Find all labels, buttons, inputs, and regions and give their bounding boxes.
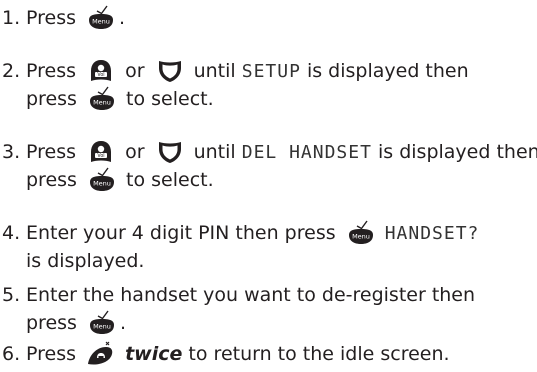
step-text: is displayed then <box>300 60 469 82</box>
step-3: 3. Press Vol or until DEL HANDSET is dis… <box>0 138 537 194</box>
step-text: press <box>26 312 83 334</box>
step-5: 5. Enter the handset you want to de-regi… <box>0 281 537 337</box>
step-line: Enter your 4 digit PIN then press Menu H… <box>26 219 479 248</box>
svg-text:Menu: Menu <box>352 233 370 241</box>
svg-text:Vol: Vol <box>97 153 104 159</box>
step-line: press Menu to select. <box>26 85 214 113</box>
step-line: Press twice to return to the idle screen… <box>26 340 450 368</box>
step-text: or <box>119 60 151 82</box>
step-text: Enter the handset you want to de-registe… <box>26 284 476 306</box>
step-text: to return to the idle screen. <box>182 343 450 365</box>
menu-button-icon: Menu <box>87 310 117 336</box>
step-line: Press Vol or until SETUP is displayed th… <box>26 57 469 86</box>
step-text: . <box>119 7 126 29</box>
step-text: Enter your 4 digit PIN then press <box>26 222 342 244</box>
step-1: 1. Press Menu. <box>0 4 537 32</box>
menu-button-icon: Menu <box>87 86 117 112</box>
step-number: 4. <box>2 222 21 244</box>
step-text: until <box>187 141 242 163</box>
display-text: DEL HANDSET <box>241 142 372 163</box>
svg-text:Menu: Menu <box>93 99 111 107</box>
menu-button-icon: Menu <box>86 5 116 31</box>
step-line: Press Menu. <box>26 4 125 32</box>
step-text: Press <box>26 60 83 82</box>
svg-text:Menu: Menu <box>92 18 110 26</box>
step-4: 4. Enter your 4 digit PIN then press Men… <box>0 219 537 275</box>
menu-button-icon: Menu <box>87 167 117 193</box>
svg-text:Menu: Menu <box>93 180 111 188</box>
down-button-icon <box>155 58 185 84</box>
step-text: until <box>187 60 242 82</box>
step-text: is displayed. <box>26 250 145 272</box>
step-number: 6. <box>2 343 21 365</box>
step-6: 6. Press twice to return to the idle scr… <box>0 340 537 368</box>
volume-up-button-icon: Vol <box>86 58 116 84</box>
step-number: 2. <box>2 60 21 82</box>
step-number: 3. <box>2 141 21 163</box>
step-line: Press Vol or until DEL HANDSET is displa… <box>26 138 537 167</box>
step-line: press Menu. <box>26 309 126 337</box>
step-line: is displayed. <box>26 247 144 275</box>
step-text: to select. <box>119 169 214 191</box>
step-text: press <box>26 88 83 110</box>
display-text: SETUP <box>241 61 301 82</box>
step-text: Press <box>26 7 83 29</box>
step-line: press Menu to select. <box>26 166 214 194</box>
volume-up-button-icon: Vol <box>86 139 116 165</box>
step-text: or <box>119 141 151 163</box>
step-number: 1. <box>2 7 21 29</box>
svg-text:Vol: Vol <box>97 72 104 78</box>
end-call-button-icon <box>86 341 116 367</box>
step-2: 2. Press Vol or until SETUP is displayed… <box>0 57 537 113</box>
display-text: HANDSET? <box>384 223 480 244</box>
down-button-icon <box>155 139 185 165</box>
step-line: Enter the handset you want to de-registe… <box>26 281 475 309</box>
step-text: to select. <box>119 88 214 110</box>
step-text: is displayed then <box>371 141 537 163</box>
step-text: . <box>119 312 127 334</box>
emphasis-text: twice <box>125 343 183 365</box>
step-text: Press <box>26 141 83 163</box>
step-text: press <box>26 169 83 191</box>
step-number: 5. <box>2 284 21 306</box>
menu-button-icon: Menu <box>346 220 376 246</box>
step-text: Press <box>26 343 83 365</box>
svg-text:Menu: Menu <box>93 323 111 331</box>
